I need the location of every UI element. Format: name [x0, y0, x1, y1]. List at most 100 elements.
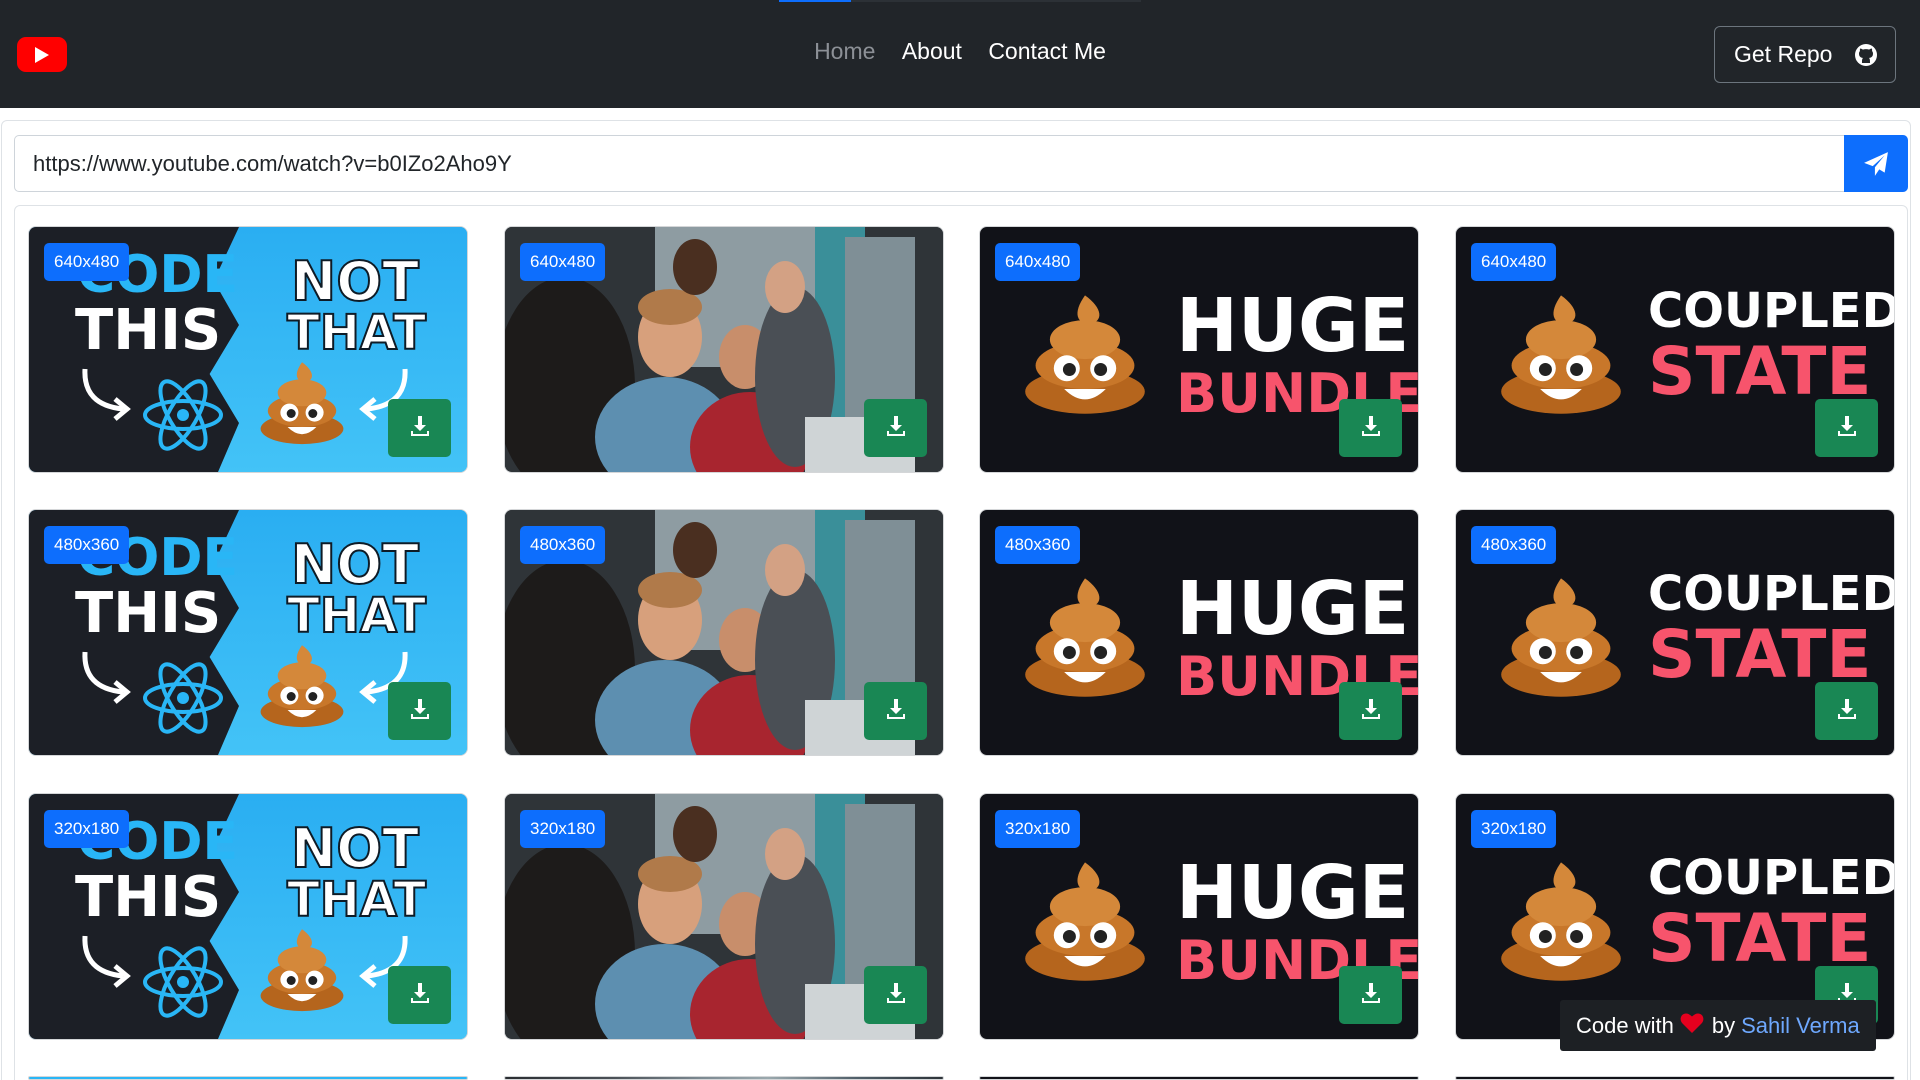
thumb-text: THAT [286, 872, 427, 928]
heart-icon [1680, 1012, 1704, 1040]
download-icon [1359, 414, 1383, 443]
arrow-icon [82, 368, 131, 421]
resolution-badge: 320x180 [520, 810, 606, 848]
url-input-group [14, 135, 1908, 192]
arrow-icon [82, 935, 131, 988]
thumbnail-card: 640x480 [504, 226, 944, 473]
resolution-badge: 320x180 [1471, 810, 1557, 848]
download-icon [408, 414, 432, 443]
download-icon [884, 981, 908, 1010]
credit-by: by [1711, 1012, 1736, 1038]
resolution-badge: 480x360 [520, 526, 606, 564]
download-icon [884, 697, 908, 726]
thumb-text: STATE [1648, 616, 1872, 693]
thumbnail-card: COUPLED STATE 640x480 [1455, 226, 1895, 473]
download-button[interactable] [1339, 966, 1402, 1024]
thumbnail-card: HUGE BUNDLE 320x180 [979, 793, 1419, 1040]
thumb-text: THIS [75, 865, 222, 930]
download-button[interactable] [864, 399, 927, 457]
nav-links: Home About Contact Me [0, 38, 1920, 65]
download-icon [1359, 981, 1383, 1010]
react-atom-icon [143, 946, 223, 1018]
poop-emoji-icon [1025, 578, 1145, 697]
download-icon [408, 697, 432, 726]
thumbnail-card: 320x180 [504, 793, 944, 1040]
arrow-icon [82, 651, 131, 704]
download-icon [884, 414, 908, 443]
resolution-badge: 640x480 [1471, 243, 1557, 281]
send-button[interactable] [1844, 135, 1908, 192]
nav-indicator [779, 0, 851, 2]
get-repo-button[interactable]: Get Repo [1714, 26, 1896, 83]
get-repo-label: Get Repo [1734, 41, 1833, 67]
resolution-badge: 320x180 [995, 810, 1081, 848]
thumb-text: COUPLED [1648, 850, 1895, 906]
react-atom-icon [143, 662, 223, 734]
thumbnail-card [979, 1076, 1419, 1080]
thumbnail-card [504, 1076, 944, 1080]
thumb-text: NOT [290, 250, 420, 313]
nav-indicator-track [851, 0, 1141, 2]
thumbnail-card: CODE THIS NOT THAT 640x480 [28, 226, 468, 473]
poop-emoji-icon [260, 929, 344, 1012]
resolution-badge: 480x360 [44, 526, 130, 564]
thumbnail-card [28, 1076, 468, 1080]
download-button[interactable] [1815, 399, 1878, 457]
nav-contact-link[interactable]: Contact Me [988, 38, 1106, 65]
download-icon [1359, 697, 1383, 726]
poop-emoji-icon [1025, 862, 1145, 981]
thumb-text: THAT [286, 305, 427, 361]
credit-prefix: Code with [1576, 1012, 1674, 1038]
thumb-text: NOT [290, 533, 420, 596]
paper-plane-icon [1864, 151, 1888, 176]
thumb-text: HUGE [1176, 283, 1410, 369]
poop-emoji-icon [260, 645, 344, 728]
resolution-badge: 480x360 [1471, 526, 1557, 564]
thumb-text: HUGE [1176, 566, 1410, 652]
thumbnail-card: HUGE BUNDLE 480x360 [979, 509, 1419, 756]
credit-footer: Code with by Sahil Verma [1560, 1000, 1876, 1051]
thumbnail-card: CODE THIS NOT THAT 480x360 [28, 509, 468, 756]
poop-emoji-icon [1501, 295, 1621, 414]
download-icon [408, 981, 432, 1010]
github-icon [1854, 43, 1878, 73]
resolution-badge: 320x180 [44, 810, 130, 848]
download-button[interactable] [1339, 682, 1402, 740]
url-input[interactable] [14, 135, 1846, 192]
thumb-text: COUPLED [1648, 283, 1895, 339]
download-button[interactable] [388, 966, 451, 1024]
thumbnail-card [1455, 1076, 1895, 1080]
react-atom-icon [143, 379, 223, 451]
thumbnail-card: HUGE BUNDLE 640x480 [979, 226, 1419, 473]
thumb-text: THIS [75, 298, 222, 363]
thumb-text: STATE [1648, 333, 1872, 410]
download-icon [1835, 697, 1859, 726]
thumb-text: THAT [286, 588, 427, 644]
poop-emoji-icon [1025, 295, 1145, 414]
thumb-text: COUPLED [1648, 566, 1895, 622]
credit-author-link[interactable]: Sahil Verma [1741, 1013, 1860, 1039]
thumb-text: THIS [75, 581, 222, 646]
resolution-badge: 640x480 [995, 243, 1081, 281]
resolution-badge: 480x360 [995, 526, 1081, 564]
download-button[interactable] [388, 682, 451, 740]
resolution-badge: 640x480 [44, 243, 130, 281]
poop-emoji-icon [1501, 862, 1621, 981]
thumb-text: NOT [290, 817, 420, 880]
download-button[interactable] [864, 682, 927, 740]
download-button[interactable] [1815, 682, 1878, 740]
thumbnail-card: COUPLED STATE 480x360 [1455, 509, 1895, 756]
download-button[interactable] [1339, 399, 1402, 457]
thumb-text: STATE [1648, 900, 1872, 977]
thumb-text: HUGE [1176, 850, 1410, 936]
navbar: Home About Contact Me Get Repo [0, 0, 1920, 108]
download-button[interactable] [864, 966, 927, 1024]
poop-emoji-icon [1501, 578, 1621, 697]
download-icon [1835, 414, 1859, 443]
resolution-badge: 640x480 [520, 243, 606, 281]
nav-about-link[interactable]: About [902, 38, 962, 65]
download-button[interactable] [388, 399, 451, 457]
thumbnail-card: 480x360 [504, 509, 944, 756]
poop-emoji-icon [260, 362, 344, 445]
nav-home-link[interactable]: Home [814, 38, 875, 65]
